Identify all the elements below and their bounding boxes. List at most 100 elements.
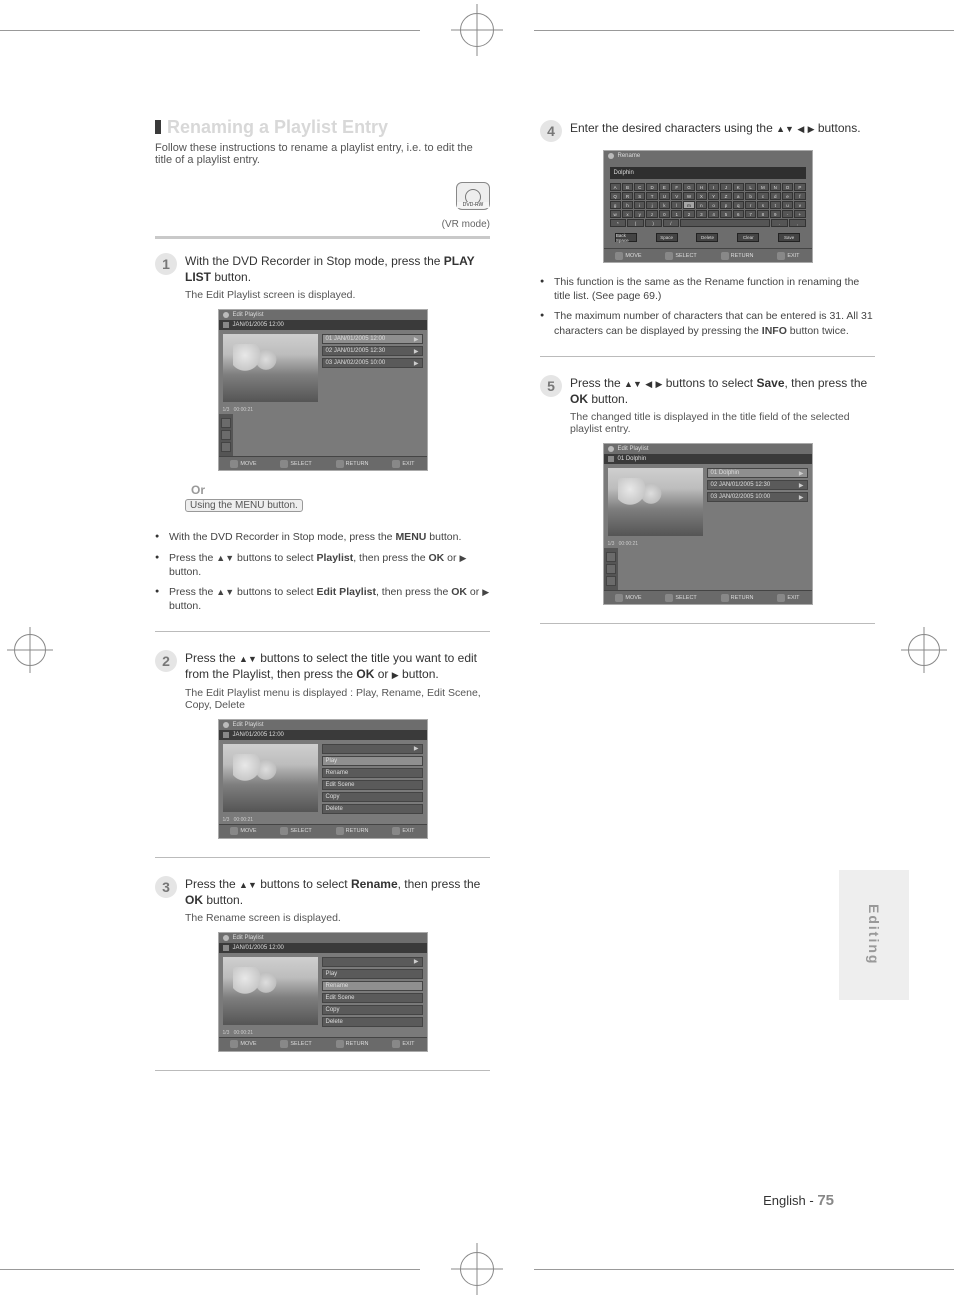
menu-item: Play (326, 758, 338, 764)
step-subtext: The Edit Playlist menu is displayed : Pl… (185, 687, 490, 711)
arrow-up-icon (216, 552, 225, 564)
arrow-up-icon (239, 877, 248, 891)
osd-hint: RETURN (346, 461, 369, 467)
arrow-down-icon (225, 586, 234, 598)
right-column: 4 Enter the desired characters using the… (540, 120, 875, 1089)
step-1: 1 With the DVD Recorder in Stop mode, pr… (155, 253, 490, 613)
arrow-down-icon (248, 877, 257, 891)
osd-button: Clear (737, 233, 759, 242)
dvd-rw-icon: DVD-RW (456, 182, 490, 210)
step-number: 5 (540, 375, 562, 397)
registration-mark-icon (460, 1252, 494, 1286)
list-item-label: 01 Dolphin (711, 470, 740, 476)
mode-caption: (VR mode) (155, 219, 490, 230)
footer-language: English - (763, 1193, 814, 1208)
osd-date: JAN/01/2005 12:00 (233, 322, 284, 328)
divider (155, 857, 490, 858)
divider (540, 356, 875, 357)
screenshot-edit-playlist-renamed: Edit Playlist 01 Dolphin 1/3 00:00:21 01… (603, 443, 813, 605)
step-text: Press the buttons to select Save, then p… (570, 375, 875, 407)
screenshot-edit-playlist: Edit Playlist JAN/01/2005 12:00 1/3 00:0… (218, 309, 428, 471)
preview-thumbnail (223, 957, 318, 1025)
disc-icon-label: DVD-RW (457, 202, 489, 208)
osd-title: Rename (618, 153, 641, 159)
arrow-left-icon (645, 376, 652, 390)
step-2: 2 Press the buttons to select the title … (155, 650, 490, 838)
step-text: Enter the desired characters using the b… (570, 120, 861, 136)
arrow-up-icon (776, 121, 785, 135)
osd-index: 1/3 (223, 407, 230, 413)
screenshot-rename-keyboard: Rename Dolphin ABCDEFGHIJKLMNOP QRSTUVWX… (603, 150, 813, 263)
screenshot-playlist-menu: Edit Playlist JAN/01/2005 12:00 1/3 00:0… (218, 719, 428, 839)
osd-title: Edit Playlist (233, 722, 264, 728)
osd-button: Save (778, 233, 800, 242)
crop-mark-left (0, 630, 60, 670)
arrow-right-icon (459, 552, 466, 564)
menu-item: Rename (326, 770, 349, 776)
step-subtext: The Edit Playlist screen is displayed. (185, 289, 490, 301)
step-number: 1 (155, 253, 177, 275)
arrow-left-icon (797, 121, 804, 135)
step-text: With the DVD Recorder in Stop mode, pres… (185, 253, 490, 285)
osd-date: 01 Dolphin (618, 456, 647, 462)
screenshot-rename-selected: Edit Playlist JAN/01/2005 12:00 1/3 00:0… (218, 932, 428, 1052)
step-5: 5 Press the buttons to select Save, then… (540, 375, 875, 605)
step-number: 3 (155, 876, 177, 898)
bullet-item: Press the buttons to select Playlist, th… (155, 551, 490, 579)
preview-thumbnail (608, 468, 703, 536)
osd-date: JAN/01/2005 12:00 (233, 732, 284, 738)
rename-input-value: Dolphin (614, 170, 634, 176)
text-frag: button. (211, 270, 251, 284)
osd-button: Delete (696, 233, 718, 242)
preview-thumbnail (223, 334, 318, 402)
arrow-up-icon (239, 651, 248, 665)
arrow-up-icon (216, 586, 225, 598)
list-item-label: 03 JAN/02/2005 10:00 (711, 494, 771, 500)
arrow-right-icon (808, 121, 815, 135)
arrow-down-icon (785, 121, 794, 135)
intro-text: Follow these instructions to rename a pl… (155, 142, 490, 166)
menu-item: Delete (326, 806, 343, 812)
arrow-up-icon (624, 376, 633, 390)
arrow-down-icon (248, 651, 257, 665)
step-number: 2 (155, 650, 177, 672)
bullet-item: This function is the same as the Rename … (540, 275, 875, 303)
arrow-right-icon (392, 667, 399, 681)
step-number: 4 (540, 120, 562, 142)
bullet-item: The maximum number of characters that ca… (540, 309, 875, 337)
osd-hint: EXIT (402, 461, 414, 467)
editing-side-tab: Editing (839, 870, 909, 1000)
preview-thumbnail (223, 744, 318, 812)
page-number: 75 (817, 1192, 834, 1209)
left-column: Renaming a Playlist Entry Follow these i… (155, 120, 490, 1089)
step-subtext: The changed title is displayed in the ti… (570, 411, 875, 435)
osd-length: 00:00:21 (234, 407, 253, 413)
manual-page: Renaming a Playlist Entry Follow these i… (155, 120, 875, 1089)
using-menu-badge: Using the MENU button. (185, 499, 303, 512)
osd-button: Space (656, 233, 678, 242)
crop-mark-bottom (0, 1239, 954, 1299)
step-text: Press the buttons to select Rename, then… (185, 876, 490, 908)
menu-item: Copy (326, 794, 340, 800)
step-4: 4 Enter the desired characters using the… (540, 120, 875, 338)
list-item-label: 02 JAN/01/2005 12:30 (326, 348, 386, 354)
step-4-bullets: This function is the same as the Rename … (540, 275, 875, 338)
crop-mark-right (894, 630, 954, 670)
arrow-right-icon (482, 586, 489, 598)
text-frag: With the DVD Recorder in Stop mode, pres… (185, 254, 444, 268)
section-title: Renaming a Playlist Entry (155, 120, 490, 134)
list-item-label: 03 JAN/02/2005 10:00 (326, 360, 386, 366)
osd-title: Edit Playlist (233, 312, 264, 318)
crop-mark-top (0, 0, 954, 60)
osd-button: Back Space (615, 233, 637, 242)
menu-item: Edit Scene (326, 782, 355, 788)
divider (155, 236, 490, 239)
registration-mark-icon (460, 13, 494, 47)
list-item-label: 02 JAN/01/2005 12:30 (711, 482, 771, 488)
bullet-item: With the DVD Recorder in Stop mode, pres… (155, 530, 490, 544)
divider (155, 631, 490, 632)
divider (540, 623, 875, 624)
step-1-bullets: With the DVD Recorder in Stop mode, pres… (155, 530, 490, 613)
arrow-down-icon (633, 376, 642, 390)
step-subtext: The Rename screen is displayed. (185, 912, 490, 924)
